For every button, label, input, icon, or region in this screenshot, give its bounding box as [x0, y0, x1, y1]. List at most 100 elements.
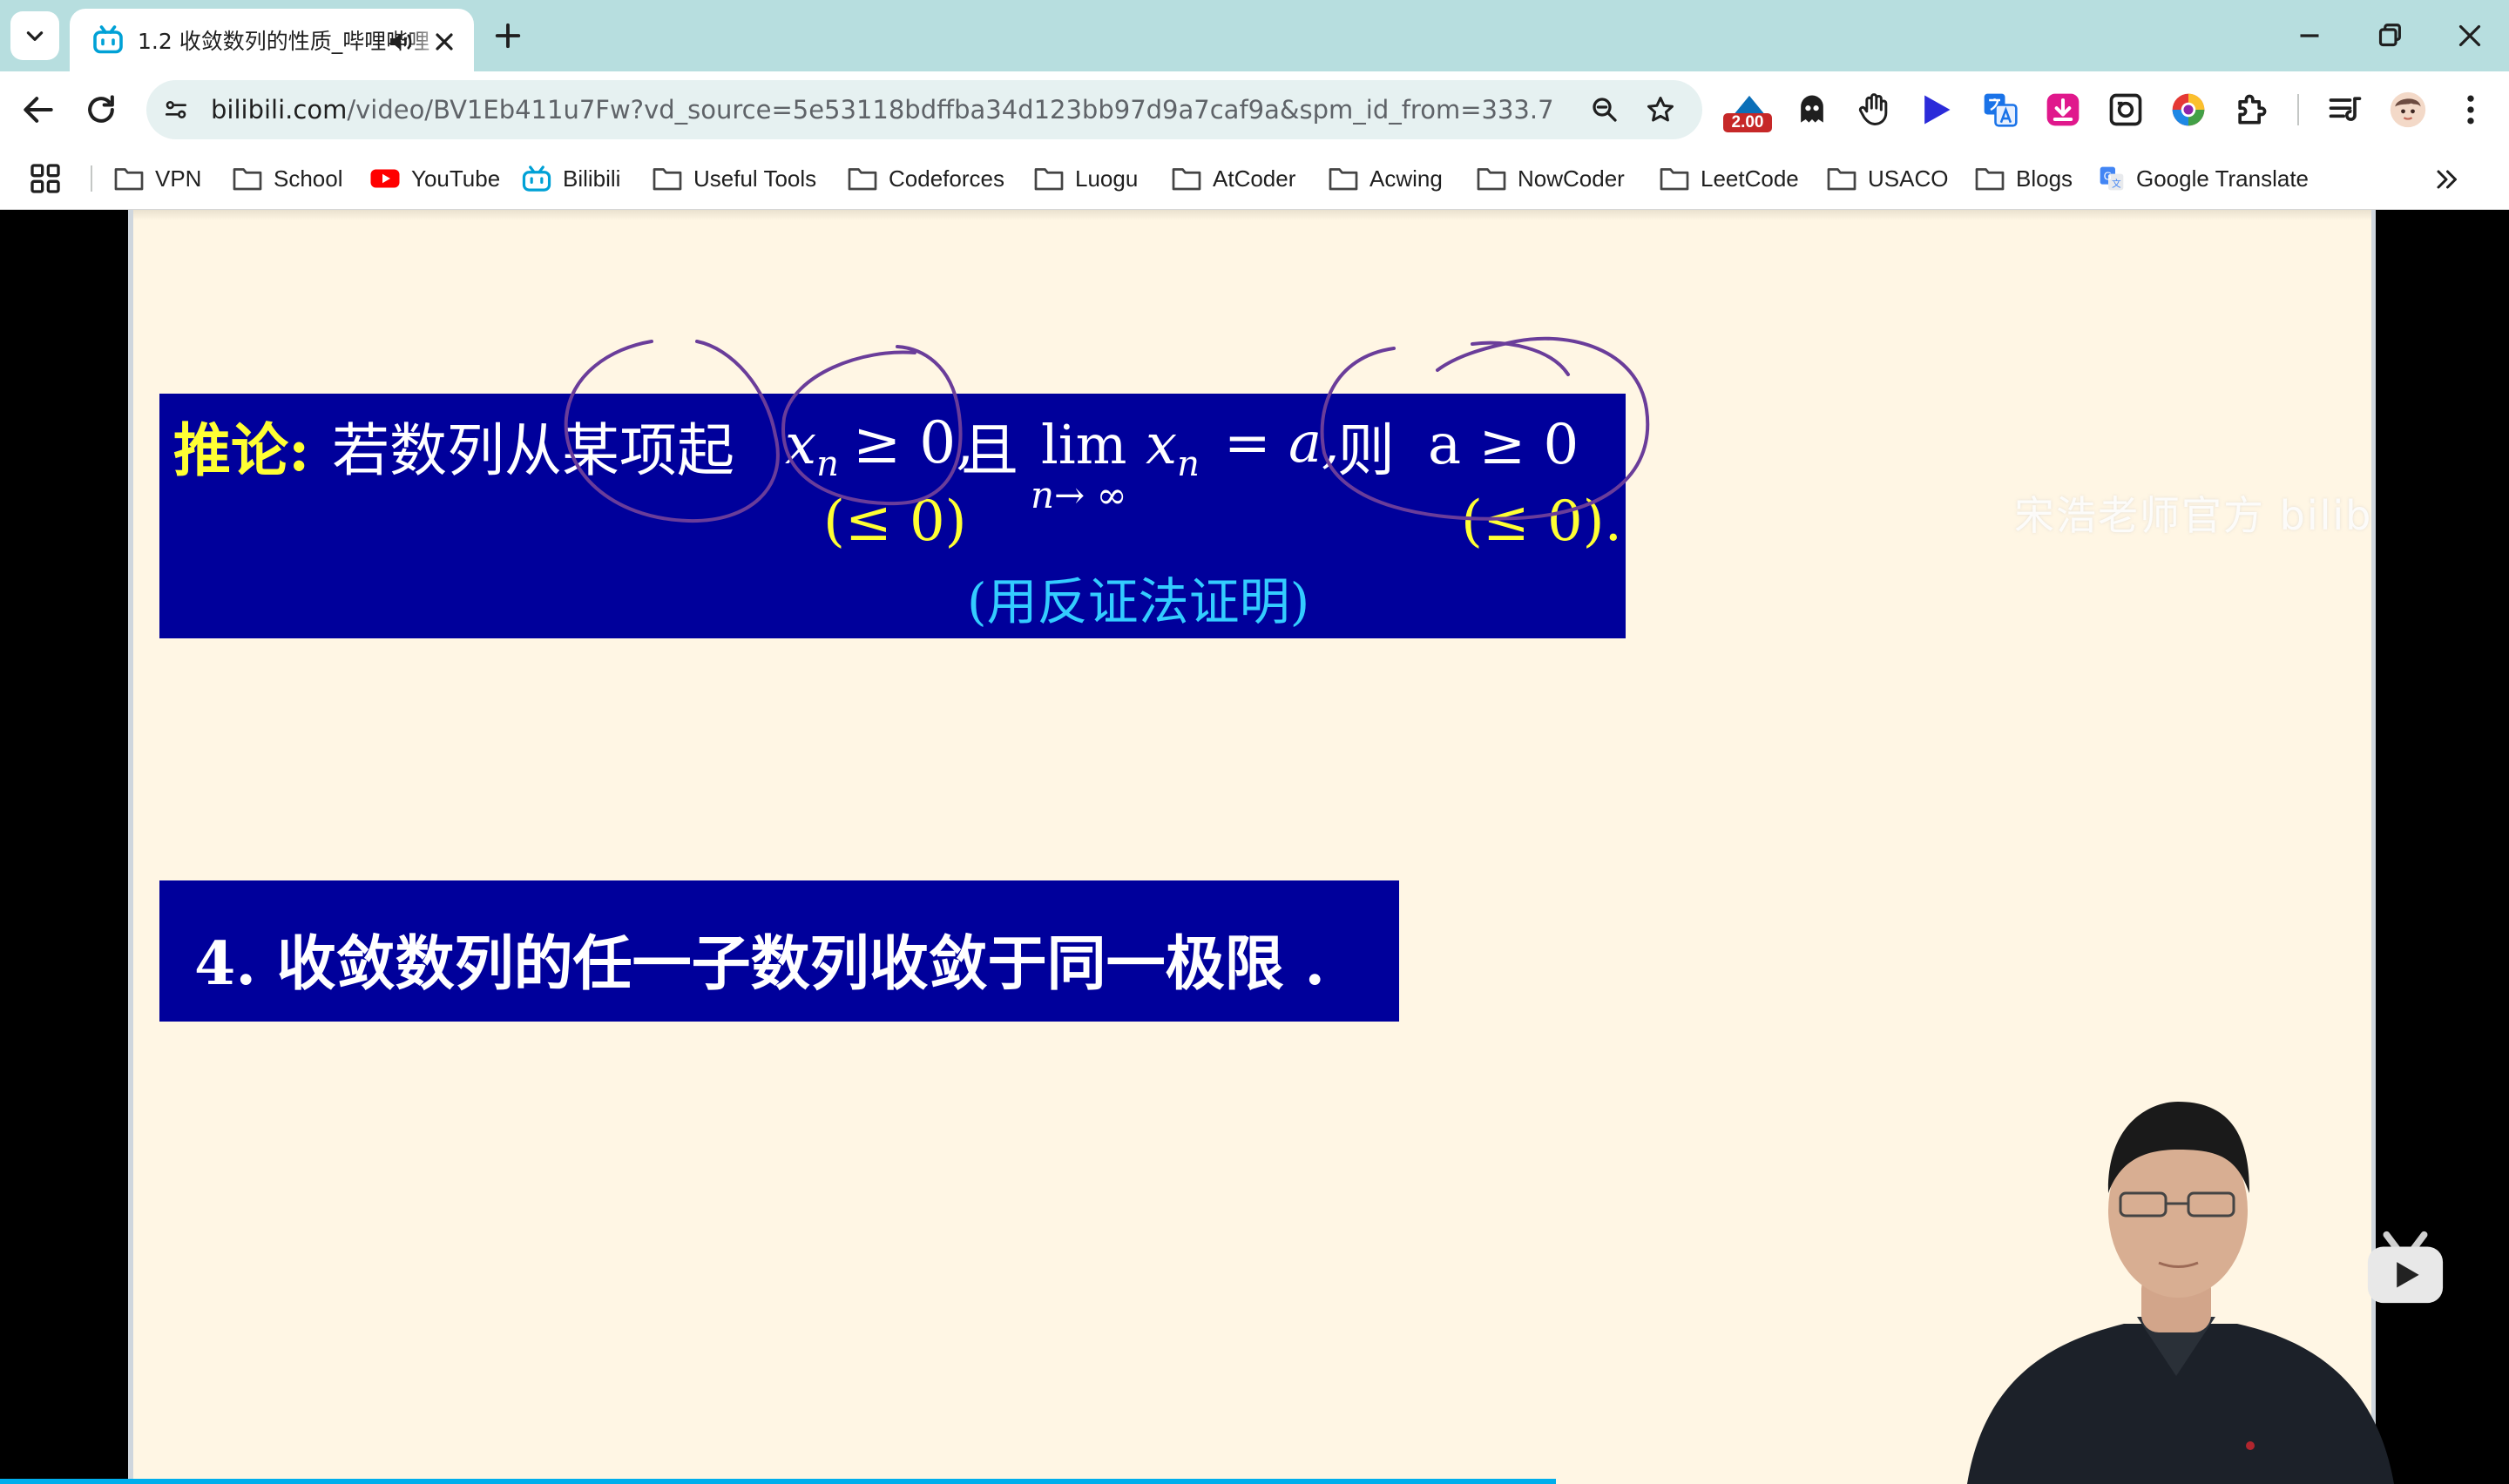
- tab-search-button[interactable]: [10, 11, 59, 60]
- browser-toolbar: bilibili.com/video/BV1Eb411u7Fw?vd_sourc…: [0, 71, 2509, 148]
- alt-leq-zero: (≤ 0): [823, 489, 967, 554]
- bookmark-star-icon[interactable]: [1645, 94, 1676, 125]
- property-4-text: 4. 收敛数列的任一子数列收敛于同一极限 .: [194, 929, 1326, 999]
- slide-top-strip: [133, 210, 2371, 220]
- bookmark-atcoder[interactable]: AtCoder: [1171, 159, 1295, 199]
- svg-text:文: 文: [2112, 178, 2121, 189]
- corollary-condition-text: 若数列从某项起: [332, 417, 734, 484]
- bookmark-label: NowCoder: [1518, 165, 1625, 192]
- math-lim: lim: [1041, 413, 1127, 476]
- folder-icon: [1975, 168, 2005, 191]
- media-controls-icon[interactable]: [2326, 91, 2364, 129]
- new-tab-icon[interactable]: [490, 17, 526, 54]
- bookmark-label: Blogs: [2016, 165, 2073, 192]
- bookmark-usaco[interactable]: USACO: [1826, 159, 1948, 199]
- extensions-puzzle-icon[interactable]: [2232, 91, 2270, 129]
- bookmark-useful-tools[interactable]: Useful Tools: [652, 159, 816, 199]
- math-equals-a: = a,: [1224, 411, 1340, 476]
- bookmark-label: Google Translate: [2136, 165, 2309, 192]
- bookmark-acwing[interactable]: Acwing: [1328, 159, 1443, 199]
- video-speed-extension-icon[interactable]: 2.00: [1723, 91, 1772, 132]
- folder-icon: [848, 168, 877, 191]
- bookmark-leetcode[interactable]: LeetCode: [1659, 159, 1799, 199]
- screenshot-extension-icon[interactable]: [2107, 91, 2145, 129]
- color-extension-icon[interactable]: [2169, 91, 2208, 129]
- bilibili-watermark: 宋浩老师官方 bilibili: [2014, 492, 2373, 539]
- chevron-down-icon: [26, 31, 44, 41]
- folder-icon: [1329, 168, 1358, 191]
- bookmarks-divider: [91, 165, 92, 192]
- folder-icon: [1172, 168, 1201, 191]
- video-progress-bar[interactable]: [0, 1479, 1556, 1484]
- chevron-double-right-icon[interactable]: [2431, 164, 2462, 195]
- minimize-icon[interactable]: [2291, 17, 2328, 54]
- math-lim-subscript: n→ ∞: [1031, 474, 1127, 516]
- bookmark-google-translate[interactable]: G文 Google Translate: [2098, 159, 2309, 199]
- close-icon[interactable]: [430, 28, 458, 56]
- math-xn: xn: [1146, 413, 1200, 484]
- math-sub-n: n: [816, 443, 839, 484]
- folder-icon: [1827, 168, 1856, 191]
- svg-text:G: G: [2104, 170, 2112, 182]
- folder-icon: [233, 168, 262, 191]
- address-bar[interactable]: bilibili.com/video/BV1Eb411u7Fw?vd_sourc…: [146, 80, 1702, 139]
- close-window-icon[interactable]: [2452, 17, 2488, 54]
- tab-strip: 1.2 收敛数列的性质_哔哩哔哩: [0, 0, 2509, 71]
- bookmark-label: Bilibili: [563, 165, 621, 192]
- property-4-box: 4. 收敛数列的任一子数列收敛于同一极限 .: [159, 880, 1399, 1022]
- bookmark-school[interactable]: School: [232, 159, 343, 199]
- bookmark-bilibili[interactable]: Bilibili: [521, 159, 620, 199]
- bilibili-icon: [522, 165, 551, 192]
- toolbar-divider: [2297, 94, 2299, 125]
- slide-left-edge: [128, 210, 133, 1484]
- bookmark-label: Codeforces: [889, 165, 1004, 192]
- translate-extension-icon[interactable]: [1981, 91, 2019, 129]
- speed-badge: 2.00: [1723, 113, 1772, 132]
- bookmark-label: Useful Tools: [693, 165, 817, 192]
- then-text: 则: [1337, 417, 1395, 484]
- bookmark-label: AtCoder: [1213, 165, 1296, 192]
- download-extension-icon[interactable]: [2044, 91, 2082, 129]
- bookmark-label: USACO: [1868, 165, 1949, 192]
- speaker-icon[interactable]: [387, 28, 415, 56]
- site-info-icon[interactable]: [162, 96, 190, 124]
- bookmark-label: YouTube: [411, 165, 501, 192]
- folder-icon: [653, 168, 682, 191]
- active-tab[interactable]: 1.2 收敛数列的性质_哔哩哔哩: [70, 9, 474, 71]
- bookmark-youtube[interactable]: YouTube: [369, 159, 500, 199]
- more-menu-icon[interactable]: [2452, 91, 2490, 129]
- bookmark-vpn[interactable]: VPN: [113, 159, 201, 199]
- back-arrow-icon[interactable]: [19, 91, 57, 129]
- url-host: bilibili.com: [211, 95, 348, 125]
- reload-icon[interactable]: [82, 91, 120, 129]
- hand-extension-icon[interactable]: [1856, 91, 1894, 129]
- profile-avatar-icon[interactable]: [2389, 91, 2427, 129]
- restore-icon[interactable]: [2371, 17, 2408, 54]
- bookmark-nowcoder[interactable]: NowCoder: [1476, 159, 1625, 199]
- math-x: x: [785, 413, 817, 477]
- google-translate-icon: G文: [2100, 166, 2124, 191]
- bookmark-codeforces[interactable]: Codeforces: [847, 159, 1004, 199]
- bookmark-label: School: [274, 165, 343, 192]
- math-a-geq-zero: a ≥ 0: [1428, 413, 1579, 477]
- youtube-icon: [370, 169, 400, 188]
- bookmark-blogs[interactable]: Blogs: [1974, 159, 2073, 199]
- proof-note: (用反证法证明): [967, 572, 1310, 631]
- apps-grid-icon[interactable]: [28, 161, 63, 196]
- math-geq-zero: ≥ 0,: [853, 409, 975, 476]
- presenter-video-overlay: [1967, 1102, 2394, 1484]
- math-sub-n: n: [1177, 443, 1200, 484]
- bookmark-label: LeetCode: [1701, 165, 1799, 192]
- bookmark-label: Luogu: [1075, 165, 1139, 192]
- bookmark-label: Acwing: [1369, 165, 1443, 192]
- zoom-icon[interactable]: [1589, 94, 1620, 125]
- bilibili-mini-player-icon[interactable]: [2363, 1226, 2448, 1308]
- and-text: 且: [961, 417, 1018, 484]
- bookmark-luogu[interactable]: Luogu: [1033, 159, 1138, 199]
- play-extension-icon[interactable]: [1917, 91, 1955, 129]
- folder-icon: [114, 168, 144, 191]
- math-x: x: [1146, 413, 1178, 477]
- bookmarks-bar: VPN School YouTube Bilibili Useful Tools…: [0, 148, 2509, 210]
- ghost-extension-icon[interactable]: [1793, 91, 1831, 129]
- bookmark-label: VPN: [155, 165, 202, 192]
